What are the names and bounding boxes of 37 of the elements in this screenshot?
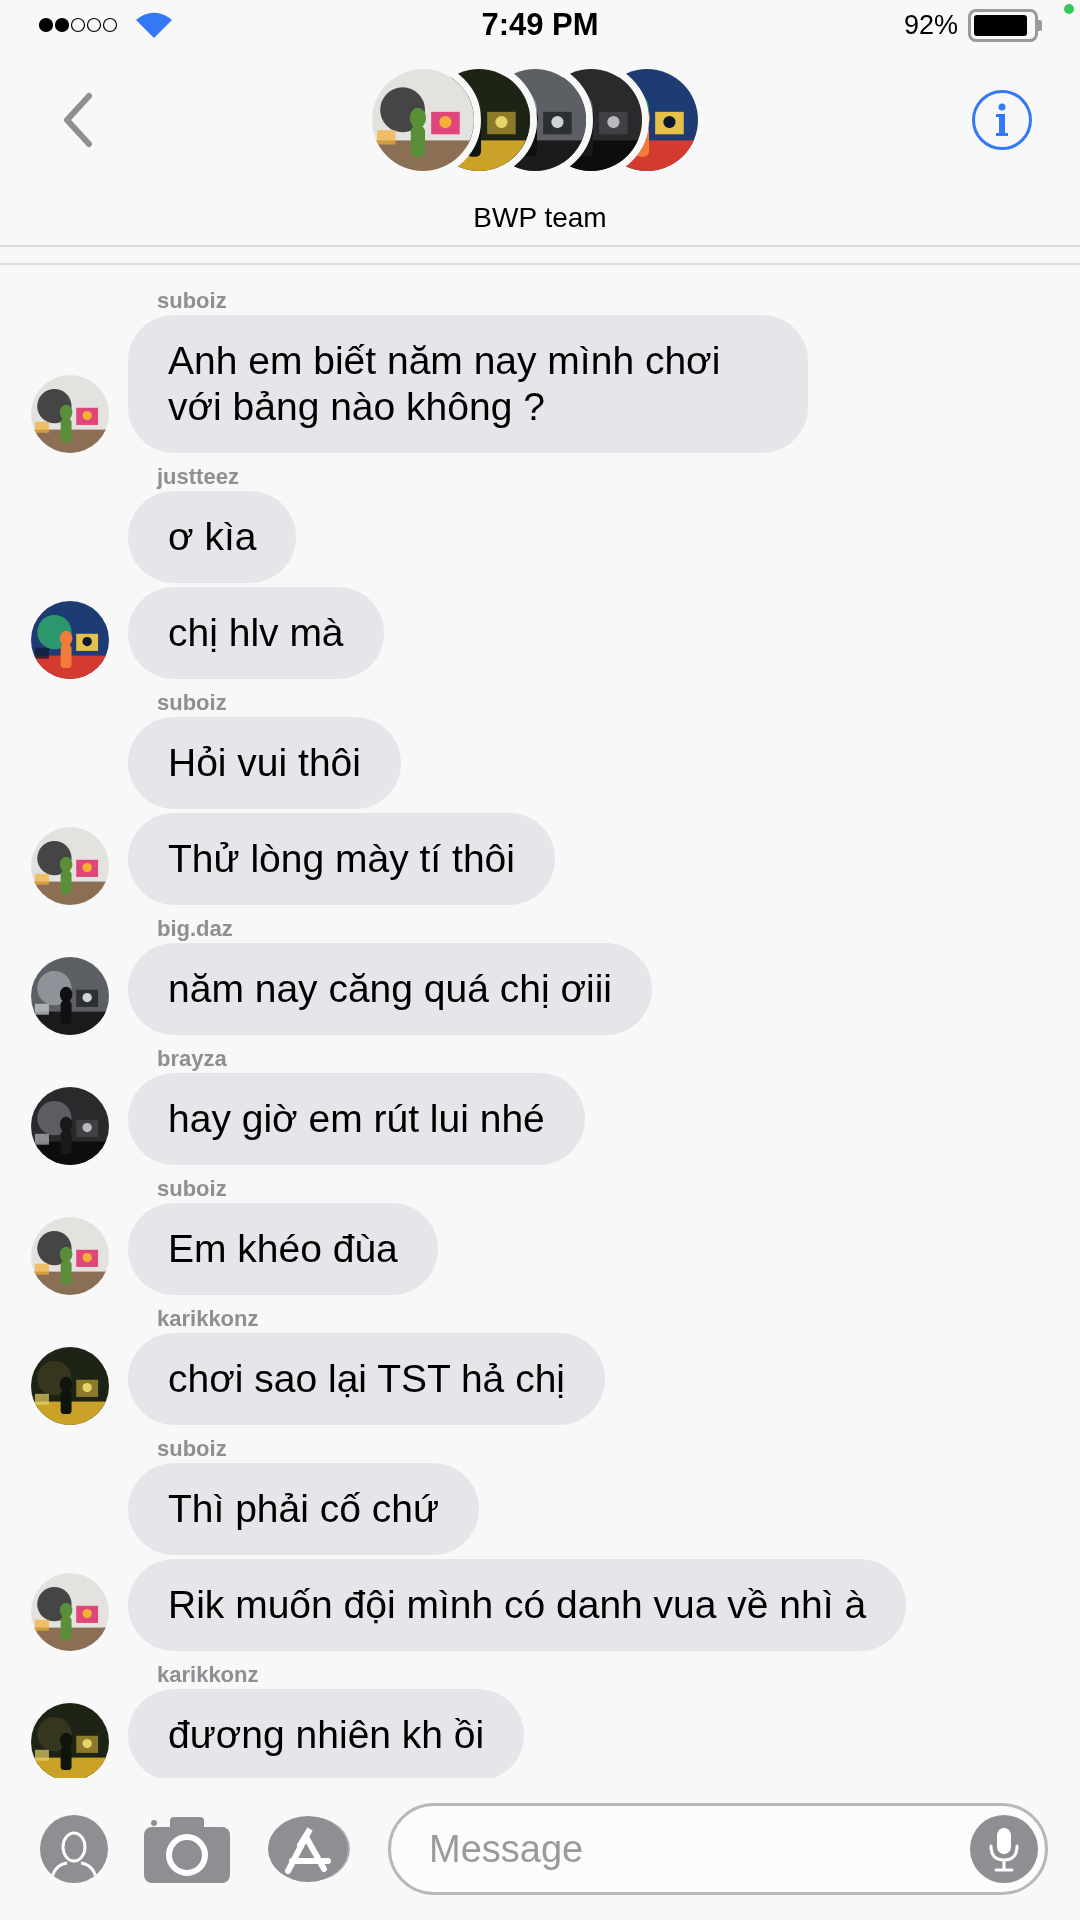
battery-percentage: 92% — [903, 8, 958, 42]
app-store-icon — [266, 1815, 352, 1883]
message-bubble: Thì phải cố chứ — [128, 1463, 480, 1555]
sender-name: suboiz — [157, 688, 227, 717]
message-bubble: Em khéo đùa — [128, 1203, 438, 1295]
info-icon — [995, 103, 1009, 137]
message-bubble: ơ kìa — [128, 491, 297, 583]
microphone-button[interactable] — [970, 1815, 1038, 1883]
conversation-title: BWP team — [473, 200, 607, 235]
status-time: 7:49 PM — [481, 5, 599, 44]
sender-name: suboiz — [157, 1174, 227, 1203]
chevron-left-icon — [61, 92, 95, 148]
sender-name: karikkonz — [157, 1304, 259, 1333]
message-bubble: chơi sao lại TST hả chị — [128, 1333, 605, 1425]
sender-name: brayza — [157, 1044, 227, 1073]
sender-name: suboiz — [157, 286, 227, 315]
sender-name: justteez — [157, 462, 239, 491]
message-bubble: Anh em biết năm nay mình chơi với bảng nào không ? — [128, 315, 808, 453]
message-bubble: Hỏi vui thôi — [128, 717, 401, 809]
wifi-icon — [134, 10, 174, 40]
message-bubble: năm nay căng quá chị ơiii — [128, 943, 652, 1035]
battery-icon — [968, 8, 1042, 42]
camera-icon — [144, 1815, 230, 1883]
apps-button[interactable] — [266, 1815, 352, 1883]
sender-name: big.daz — [157, 914, 233, 943]
sender-name: suboiz — [157, 1434, 227, 1463]
camera-button[interactable] — [144, 1814, 230, 1884]
message-bubble: chị hlv mà — [128, 587, 384, 679]
message-bubble: hay giờ em rút lui nhé — [128, 1073, 585, 1165]
sender-name: karikkonz — [157, 1660, 259, 1689]
message-input[interactable]: Message — [388, 1803, 1048, 1895]
signal-icon — [38, 17, 118, 33]
message-bubble: Rik muốn đội mình có danh vua về nhì à — [128, 1559, 907, 1651]
info-button[interactable] — [972, 90, 1032, 150]
microphone-icon — [987, 1826, 1021, 1872]
message-bubble: Thử lòng mày tí thôi — [128, 813, 555, 905]
message-bubble: đương nhiên kh ồi — [128, 1689, 525, 1778]
